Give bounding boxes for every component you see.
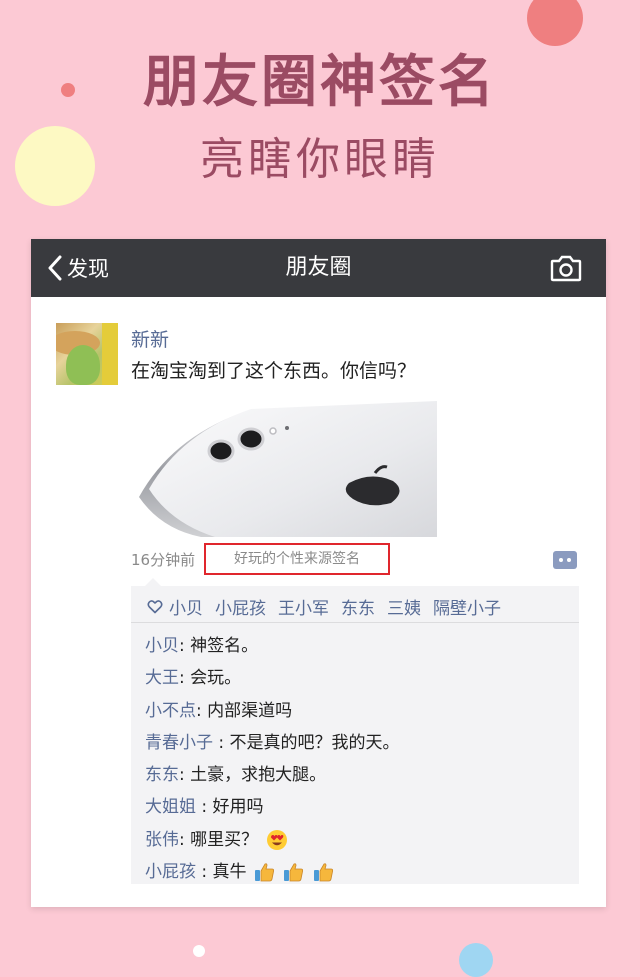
moments-screen: 发现 朋友圈 新新 在淘宝淘到了这个东西。你信吗？ 16分钟前 好玩的个性来源签… [31,239,606,907]
comment-text: 会玩。 [190,668,242,689]
comment-author[interactable]: 青春小子 [145,733,213,753]
post-text: 在淘宝淘到了这个东西。你信吗？ [131,360,417,382]
liker-name[interactable]: 隔壁小子 [433,594,501,619]
post-author[interactable]: 新新 [131,327,169,353]
post-time: 16分钟前 [131,551,196,569]
divider [131,622,579,623]
comment-author[interactable]: 小不点 [145,701,196,721]
thumbs-up-emoji-icon [284,863,304,882]
comment-separator: : [196,700,208,721]
comment-item: 大姐姐 : 好用吗 [145,791,575,823]
avatar[interactable] [56,323,118,385]
navbar: 发现 朋友圈 [31,239,606,297]
comment-text: 土豪，求抱大腿。 [190,765,327,786]
comment-author[interactable]: 小贝 [145,636,179,656]
promo-headline: 朋友圈神签名 [143,50,497,115]
comment-author[interactable]: 东东 [145,765,179,785]
comment-author[interactable]: 张伟 [145,830,179,850]
comment-separator: : [213,732,230,753]
comment-text: 不是真的吧？我的天。 [229,732,400,753]
comment-item: 小屁孩 : 真牛 [145,856,575,888]
decor-dot-white [193,945,205,957]
comment-text: 哪里买？ [190,829,259,850]
post-source[interactable]: 好玩的个性来源签名 [204,543,390,575]
liker-name[interactable]: 小贝 [169,594,203,619]
liker-name[interactable]: 小屁孩 [215,594,266,619]
comment-item: 大王: 会玩。 [145,662,575,694]
heart-outline-icon [147,599,163,613]
comment-item: 张伟: 哪里买？ [145,824,575,856]
thumbs-up-emoji-icon [254,863,275,882]
comment-separator: : [179,668,191,689]
comment-separator: : [179,765,191,786]
comment-item: 小不点: 内部渠道吗 [145,695,575,727]
decor-circle-blue [459,943,493,977]
comment-list: 小贝: 神签名。 大王: 会玩。 小不点: 内部渠道吗 青春小子 : 不是真的吧… [145,630,575,888]
comment-author[interactable]: 大姐姐 [145,797,196,817]
comment-separator: : [196,862,213,883]
camera-icon[interactable] [550,254,582,282]
liker-name[interactable]: 东东 [341,594,375,619]
promo-subline: 亮瞎你眼睛 [200,134,440,185]
comment-separator: : [196,797,213,818]
page-title: 朋友圈 [285,255,352,280]
heart-eyes-emoji-icon [266,829,287,850]
thumbs-up-emoji-icon [313,863,333,882]
comment-item: 青春小子 : 不是真的吧？我的天。 [145,727,575,759]
liker-name[interactable]: 三姨 [387,594,421,619]
comment-text: 内部渠道吗 [207,700,293,721]
comment-item: 东东: 土豪，求抱大腿。 [145,759,575,791]
liker-name[interactable]: 王小军 [278,594,329,619]
decor-circle-red [527,0,583,46]
comment-item: 小贝: 神签名。 [145,630,575,662]
interaction-panel: 小贝 小屁孩 王小军 东东 三姨 隔壁小子 小贝: 神签名。 大王: 会玩。 小… [131,578,579,884]
post-photo-phone[interactable] [131,399,437,537]
comment-author[interactable]: 大王 [145,668,179,688]
comment-text: 好用吗 [212,797,264,818]
comment-separator: : [179,829,191,850]
likes-row: 小贝 小屁孩 王小军 东东 三姨 隔壁小子 [147,592,513,620]
comment-text: 真牛 [212,862,247,883]
comment-text: 神签名。 [190,636,259,656]
comment-author[interactable]: 小屁孩 [145,862,196,882]
comment-separator: : [179,636,191,656]
comment-icon[interactable] [552,550,578,570]
